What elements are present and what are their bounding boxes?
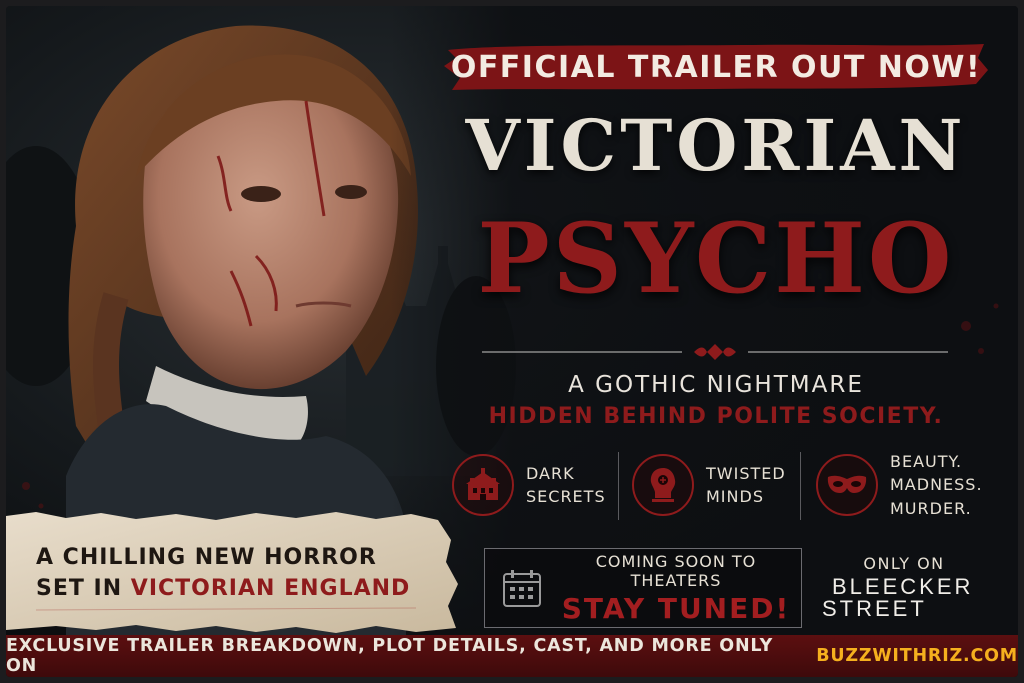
distributor-logo-line-2: STREET	[822, 596, 927, 621]
paper-note-line-2-prefix: SET IN	[36, 576, 131, 602]
footer-text: EXCLUSIVE TRAILER BREAKDOWN, PLOT DETAIL…	[6, 636, 774, 676]
release-info-box: COMING SOON TO THEATERS STAY TUNED!	[484, 548, 802, 628]
feature-divider	[618, 452, 619, 520]
poster: OFFICIAL TRAILER OUT NOW! VICTORIAN PSYC…	[6, 6, 1018, 677]
mansion-icon	[452, 454, 514, 516]
title-line-2: PSYCHO	[477, 202, 955, 315]
footer-website-link[interactable]: BUZZWITHRIZ.COM	[816, 646, 1018, 666]
tagline-line-2: HIDDEN BEHIND POLITE SOCIETY.	[488, 404, 944, 429]
feature-label-beauty-madness-murder: BEAUTY. MADNESS. MURDER.	[890, 452, 983, 518]
feature-divider	[800, 452, 801, 520]
release-line-2: STAY TUNED!	[561, 591, 791, 625]
tagline-line-1: A GOTHIC NIGHTMARE	[568, 372, 864, 398]
footer-bar: EXCLUSIVE TRAILER BREAKDOWN, PLOT DETAIL…	[6, 635, 1018, 677]
distributor-logo-line-1: BLEECKER	[832, 574, 974, 599]
feature-label-dark-secrets: DARK SECRETS	[526, 463, 606, 506]
paper-note: A CHILLING NEW HORROR SET IN VICTORIAN E…	[36, 542, 416, 604]
head-silhouette-icon	[632, 454, 694, 516]
release-line-1: COMING SOON TO THEATERS	[595, 551, 757, 590]
distributor-prefix: ONLY ON	[863, 554, 945, 573]
ornament-divider	[482, 344, 948, 360]
trailer-banner-text: OFFICIAL TRAILER OUT NOW!	[450, 49, 982, 85]
feature-beauty-madness-murder: BEAUTY. MADNESS. MURDER.	[816, 446, 983, 524]
calendar-icon	[503, 570, 541, 607]
title-line-1: VICTORIAN	[465, 104, 967, 187]
paper-note-line-2-highlight: VICTORIAN ENGLAND	[130, 576, 411, 602]
paper-note-line-1: A CHILLING NEW HORROR	[36, 545, 377, 570]
paper-note-line-2: SET IN VICTORIAN ENGLAND	[36, 573, 416, 604]
trailer-banner: OFFICIAL TRAILER OUT NOW!	[442, 40, 990, 94]
feature-label-twisted-minds: TWISTED MINDS	[706, 463, 786, 506]
distributor-logo: BLEECKER STREET	[818, 576, 990, 620]
feature-twisted-minds: TWISTED MINDS	[632, 446, 786, 524]
mask-icon	[816, 454, 878, 516]
feature-dark-secrets: DARK SECRETS	[452, 446, 606, 524]
